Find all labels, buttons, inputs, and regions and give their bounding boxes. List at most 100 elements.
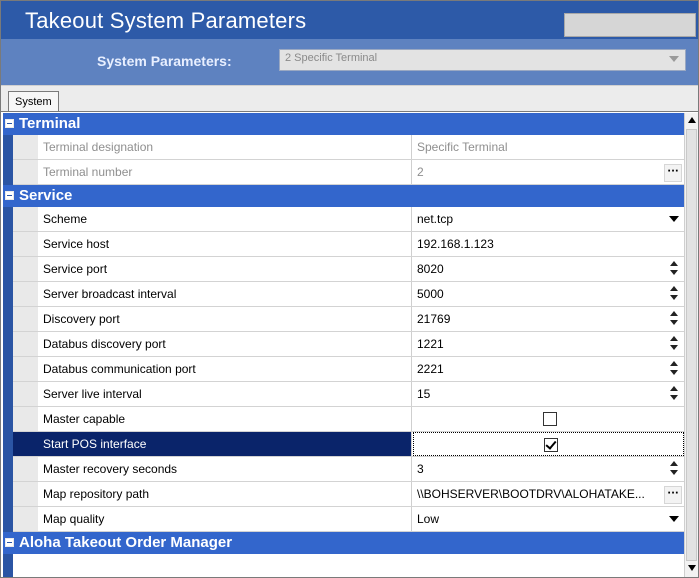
category-service[interactable]: Service (3, 185, 684, 207)
row-value[interactable]: Low (413, 507, 684, 531)
row-indent (13, 507, 38, 531)
row-service-host[interactable]: Service host 192.168.1.123 (13, 232, 684, 257)
row-name: Terminal number (38, 160, 412, 184)
row-name: Discovery port (38, 307, 412, 331)
category-aloha-takeout-order-manager[interactable]: Aloha Takeout Order Manager (3, 532, 684, 554)
row-server-live-interval[interactable]: Server live interval 15 (13, 382, 684, 407)
row-name: Service port (38, 257, 412, 281)
checkbox-icon[interactable] (544, 438, 558, 452)
chevron-down-icon[interactable] (669, 516, 679, 522)
scroll-thumb[interactable] (686, 129, 697, 561)
row-server-broadcast-interval[interactable]: Server broadcast interval 5000 (13, 282, 684, 307)
spinner-icon[interactable] (669, 361, 679, 377)
row-indent (13, 207, 38, 231)
row-terminal-designation[interactable]: Terminal designation Specific Terminal (13, 135, 684, 160)
spin-up-icon[interactable] (670, 261, 678, 266)
row-indent (13, 482, 38, 506)
checkmark-icon (545, 438, 557, 450)
row-name: Server broadcast interval (38, 282, 412, 306)
row-scheme[interactable]: Scheme net.tcp (13, 207, 684, 232)
row-value[interactable]: 15 (413, 382, 684, 406)
ellipsis-button-icon[interactable]: ··· (664, 486, 682, 504)
scroll-up-icon[interactable] (688, 117, 696, 123)
chevron-down-icon[interactable] (669, 56, 679, 62)
row-indent (13, 232, 38, 256)
system-parameters-label: System Parameters: (97, 53, 232, 69)
spin-up-icon[interactable] (670, 361, 678, 366)
spin-down-icon[interactable] (670, 295, 678, 300)
tab-system[interactable]: System (8, 91, 59, 112)
row-indent (13, 160, 38, 184)
spin-up-icon[interactable] (670, 461, 678, 466)
row-indent (13, 135, 38, 159)
spinner-icon[interactable] (669, 261, 679, 277)
row-master-recovery-seconds[interactable]: Master recovery seconds 3 (13, 457, 684, 482)
row-name: Databus communication port (38, 357, 412, 381)
row-name: Map repository path (38, 482, 412, 506)
minus-box-icon[interactable] (5, 538, 14, 547)
row-indent (13, 282, 38, 306)
grid-gutter (3, 113, 13, 577)
spinner-icon[interactable] (669, 461, 679, 477)
row-name: Databus discovery port (38, 332, 412, 356)
row-databus-communication-port[interactable]: Databus communication port 2221 (13, 357, 684, 382)
tab-strip: System (1, 85, 698, 112)
row-value[interactable]: \\BOHSERVER\BOOTDRV\ALOHATAKE... (413, 482, 663, 506)
spin-down-icon[interactable] (670, 270, 678, 275)
row-map-repository-path[interactable]: Map repository path \\BOHSERVER\BOOTDRV\… (13, 482, 684, 507)
spin-down-icon[interactable] (670, 395, 678, 400)
spin-down-icon[interactable] (670, 345, 678, 350)
spin-down-icon[interactable] (670, 370, 678, 375)
row-value: 2 (417, 165, 424, 179)
row-start-pos-interface[interactable]: Start POS interface (13, 432, 684, 457)
checkbox-icon[interactable] (543, 412, 557, 426)
spinner-icon[interactable] (669, 286, 679, 302)
spinner-icon[interactable] (669, 311, 679, 327)
row-indent (13, 432, 38, 456)
scroll-down-icon[interactable] (688, 565, 696, 571)
row-value (413, 407, 684, 431)
ellipsis-button-icon[interactable]: ··· (664, 164, 682, 182)
system-parameters-selected: 2 Specific Terminal (285, 52, 378, 64)
spin-up-icon[interactable] (670, 386, 678, 391)
row-value (413, 432, 684, 456)
row-databus-discovery-port[interactable]: Databus discovery port 1221 (13, 332, 684, 357)
minus-box-icon[interactable] (5, 191, 14, 200)
row-value[interactable]: 1221 (413, 332, 684, 356)
row-discovery-port[interactable]: Discovery port 21769 (13, 307, 684, 332)
spinner-icon[interactable] (669, 336, 679, 352)
spin-up-icon[interactable] (670, 286, 678, 291)
spin-up-icon[interactable] (670, 311, 678, 316)
spin-up-icon[interactable] (670, 336, 678, 341)
tab-divider (1, 111, 698, 112)
row-value[interactable]: 21769 (413, 307, 684, 331)
window-title: Takeout System Parameters (25, 8, 307, 33)
category-aloha-title: Aloha Takeout Order Manager (19, 534, 233, 551)
chevron-down-icon[interactable] (669, 216, 679, 222)
spin-down-icon[interactable] (670, 320, 678, 325)
vertical-scrollbar[interactable] (684, 113, 698, 577)
category-terminal-title: Terminal (19, 115, 81, 132)
row-master-capable[interactable]: Master capable (13, 407, 684, 432)
row-map-quality[interactable]: Map quality Low (13, 507, 684, 532)
row-name: Start POS interface (38, 432, 412, 456)
row-indent (13, 357, 38, 381)
category-terminal[interactable]: Terminal (3, 113, 684, 135)
row-name: Terminal designation (38, 135, 412, 159)
title-bar: Takeout System Parameters (1, 1, 698, 39)
row-value[interactable]: 3 (413, 457, 684, 481)
property-grid: Terminal Terminal designation Specific T… (3, 113, 684, 577)
system-parameters-select[interactable]: 2 Specific Terminal (279, 49, 686, 71)
row-value[interactable]: 192.168.1.123 (413, 232, 684, 256)
row-terminal-number[interactable]: Terminal number 2 ··· (13, 160, 684, 185)
spin-down-icon[interactable] (670, 470, 678, 475)
spinner-icon[interactable] (669, 386, 679, 402)
minus-box-icon[interactable] (5, 119, 14, 128)
row-value[interactable]: 2221 (413, 357, 684, 381)
row-service-port[interactable]: Service port 8020 (13, 257, 684, 282)
row-value[interactable]: 8020 (413, 257, 684, 281)
row-name: Service host (38, 232, 412, 256)
row-value[interactable]: net.tcp (413, 207, 684, 231)
row-value[interactable]: 5000 (413, 282, 684, 306)
row-name: Master recovery seconds (38, 457, 412, 481)
